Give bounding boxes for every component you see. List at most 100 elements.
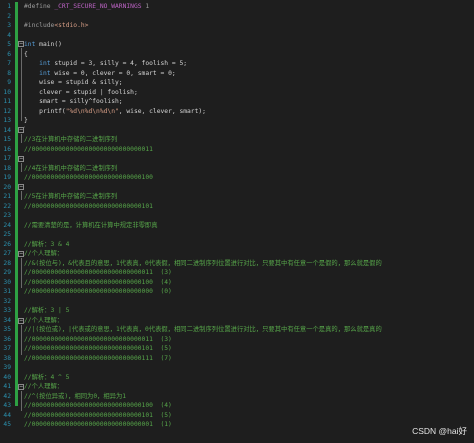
- line-text: #define _CRT_SECURE_NO_WARNINGS 1: [24, 3, 150, 10]
- line-number: 29: [3, 269, 11, 276]
- code-lines[interactable]: 1 #define _CRT_SECURE_NO_WARNINGS 1 2 3 #inc…: [0, 2, 474, 430]
- code-line[interactable]: 16 //00000000000000000000000000000011: [0, 145, 474, 155]
- code-line[interactable]: 37 //00000000000000000000000000000101 (5): [0, 344, 474, 354]
- line-text: //&(按位与)，&代表且的意思，1代表真，0代表假，相同二进制序列位置进行对比…: [24, 259, 382, 267]
- code-line[interactable]: 3 #include<stdio.h>: [0, 21, 474, 31]
- code-line[interactable]: 44 //00000000000000000000000000000101 (5): [0, 411, 474, 421]
- code-line[interactable]: 30 //00000000000000000000000000000100 (4): [0, 278, 474, 288]
- line-number: 1: [7, 3, 11, 10]
- code-line[interactable]: 36 //00000000000000000000000000000011 (3): [0, 335, 474, 345]
- code-line[interactable]: 20: [0, 183, 474, 193]
- code-line[interactable]: 6{: [0, 50, 474, 60]
- code-line[interactable]: 26 //解析：3 & 4: [0, 240, 474, 250]
- line-number: 34: [3, 316, 11, 324]
- code-line[interactable]: 43 //00000000000000000000000000000100 (4): [0, 401, 474, 411]
- code-line[interactable]: 34 //个人理解：: [0, 316, 474, 326]
- code-line[interactable]: 28 //&(按位与)，&代表且的意思，1代表真，0代表假，相同二进制序列位置进行…: [0, 259, 474, 269]
- line-text: //00000000000000000000000000000100 (4): [24, 278, 172, 286]
- line-text: //3在计算机中存储的二进制序列: [24, 136, 118, 143]
- code-line[interactable]: 9 wise = stupid & silly;: [0, 78, 474, 88]
- line-text: //解析：4 ^ 5: [24, 373, 70, 381]
- line-text: int stupid = 3, silly = 4, foolish = 5;: [39, 60, 188, 67]
- line-number: 4: [7, 31, 11, 39]
- line-text: //^(按位异或)，相同为0，相异为1: [24, 392, 127, 400]
- code-line[interactable]: 22 //00000000000000000000000000000101: [0, 202, 474, 212]
- line-number: 5: [7, 41, 11, 48]
- code-line[interactable]: 27 //个人理解：: [0, 249, 474, 259]
- code-line[interactable]: 35 //|(按位或)，|代表或的意思，1代表真，0代表假，相同二进制序列位置进行…: [0, 325, 474, 335]
- code-line[interactable]: 32: [0, 297, 474, 307]
- code-line[interactable]: 41 //个人理解：: [0, 382, 474, 392]
- code-line[interactable]: 21 //5在计算机中存储的二进制序列: [0, 192, 474, 202]
- code-line[interactable]: 40 //解析：4 ^ 5: [0, 373, 474, 383]
- line-number: 39: [3, 364, 11, 371]
- code-line[interactable]: 33 //解析：3 | 5: [0, 306, 474, 316]
- code-line[interactable]: 31 //00000000000000000000000000000000 (0): [0, 287, 474, 297]
- line-number: 17: [3, 155, 11, 162]
- line-number: 36: [3, 335, 11, 343]
- line-text: //00000000000000000000000000000000 (0): [24, 288, 172, 295]
- code-line[interactable]: 7 int stupid = 3, silly = 4, foolish = 5…: [0, 59, 474, 69]
- line-number: 19: [3, 174, 11, 181]
- line-text: //个人理解：: [24, 316, 64, 324]
- line-number: 3: [7, 22, 11, 29]
- line-number: 16: [3, 145, 11, 153]
- line-number: 38: [3, 354, 11, 362]
- line-number: 35: [3, 326, 11, 333]
- code-line[interactable]: 10 clever = stupid | foolish;: [0, 88, 474, 98]
- line-number: 18: [3, 164, 11, 172]
- code-line[interactable]: 25: [0, 230, 474, 240]
- line-text: clever = stupid | foolish;: [24, 88, 138, 96]
- code-line[interactable]: 12 printf("%d\n%d\n%d\n", wise, clever, …: [0, 107, 474, 117]
- line-number: 15: [3, 136, 11, 143]
- line-text: {: [24, 50, 28, 58]
- line-text: smart = silly^foolish;: [24, 98, 123, 105]
- line-number: 21: [3, 193, 11, 200]
- line-number: 30: [3, 278, 11, 286]
- line-number: 22: [3, 202, 11, 210]
- line-text: //解析：3 & 4: [24, 240, 70, 248]
- line-text: //4在计算机中存储的二进制序列: [24, 164, 118, 172]
- line-number: 2: [7, 12, 11, 20]
- line-text: //00000000000000000000000000000101: [24, 202, 153, 210]
- code-line[interactable]: 8 int wise = 0, clever = 0, smart = 0;: [0, 69, 474, 79]
- code-line[interactable]: 4: [0, 31, 474, 41]
- code-line[interactable]: 17: [0, 154, 474, 164]
- code-line[interactable]: 2: [0, 12, 474, 22]
- line-number: 10: [3, 88, 11, 96]
- code-line[interactable]: 5 int main(): [0, 40, 474, 50]
- line-text: //00000000000000000000000000000101 (5): [24, 345, 172, 352]
- line-number: 11: [3, 98, 11, 105]
- line-text: //解析：3 | 5: [24, 307, 70, 314]
- line-number: 40: [3, 373, 11, 381]
- code-line[interactable]: 14: [0, 125, 474, 136]
- line-text: //00000000000000000000000000000101 (5): [24, 411, 172, 419]
- code-line[interactable]: 1 #define _CRT_SECURE_NO_WARNINGS 1: [0, 2, 474, 12]
- line-text: //个人理解：: [24, 250, 64, 257]
- line-number: 23: [3, 212, 11, 219]
- line-number: 37: [3, 345, 11, 352]
- code-line[interactable]: 11 smart = silly^foolish;: [0, 97, 474, 107]
- code-editor[interactable]: − − − − − − − 1 #define _CRT_SECURE_NO_WA…: [0, 0, 474, 443]
- line-text: //00000000000000000000000000000111 (7): [24, 354, 172, 362]
- code-line[interactable]: 42 //^(按位异或)，相同为0，相异为1: [0, 392, 474, 402]
- code-line[interactable]: 18 //4在计算机中存储的二进制序列: [0, 164, 474, 174]
- line-number: 9: [7, 79, 11, 86]
- line-text: //00000000000000000000000000000011 (3): [24, 335, 172, 343]
- code-line[interactable]: 13}: [0, 116, 474, 126]
- code-line[interactable]: 38 //00000000000000000000000000000111 (7): [0, 354, 474, 364]
- code-line[interactable]: 15 //3在计算机中存储的二进制序列: [0, 135, 474, 145]
- line-number: 8: [7, 69, 11, 77]
- code-line[interactable]: 45 //00000000000000000000000000000001 (1): [0, 420, 474, 430]
- code-line[interactable]: 19 //00000000000000000000000000000100: [0, 173, 474, 183]
- line-text: //|(按位或)，|代表或的意思，1代表真，0代表假，相同二进制序列位置进行对比…: [24, 326, 382, 333]
- line-number: 31: [3, 288, 11, 295]
- code-line[interactable]: 29 //00000000000000000000000000000011 (3): [0, 268, 474, 278]
- line-number: 27: [3, 250, 11, 257]
- code-line[interactable]: 24 //需要清楚的是，计算机在计算中规定非零即真: [0, 221, 474, 231]
- line-text: //5在计算机中存储的二进制序列: [24, 193, 118, 200]
- code-line[interactable]: 39: [0, 363, 474, 373]
- line-text: //00000000000000000000000000000011 (3): [24, 269, 172, 276]
- code-line[interactable]: 23: [0, 211, 474, 221]
- line-number: 14: [3, 126, 11, 134]
